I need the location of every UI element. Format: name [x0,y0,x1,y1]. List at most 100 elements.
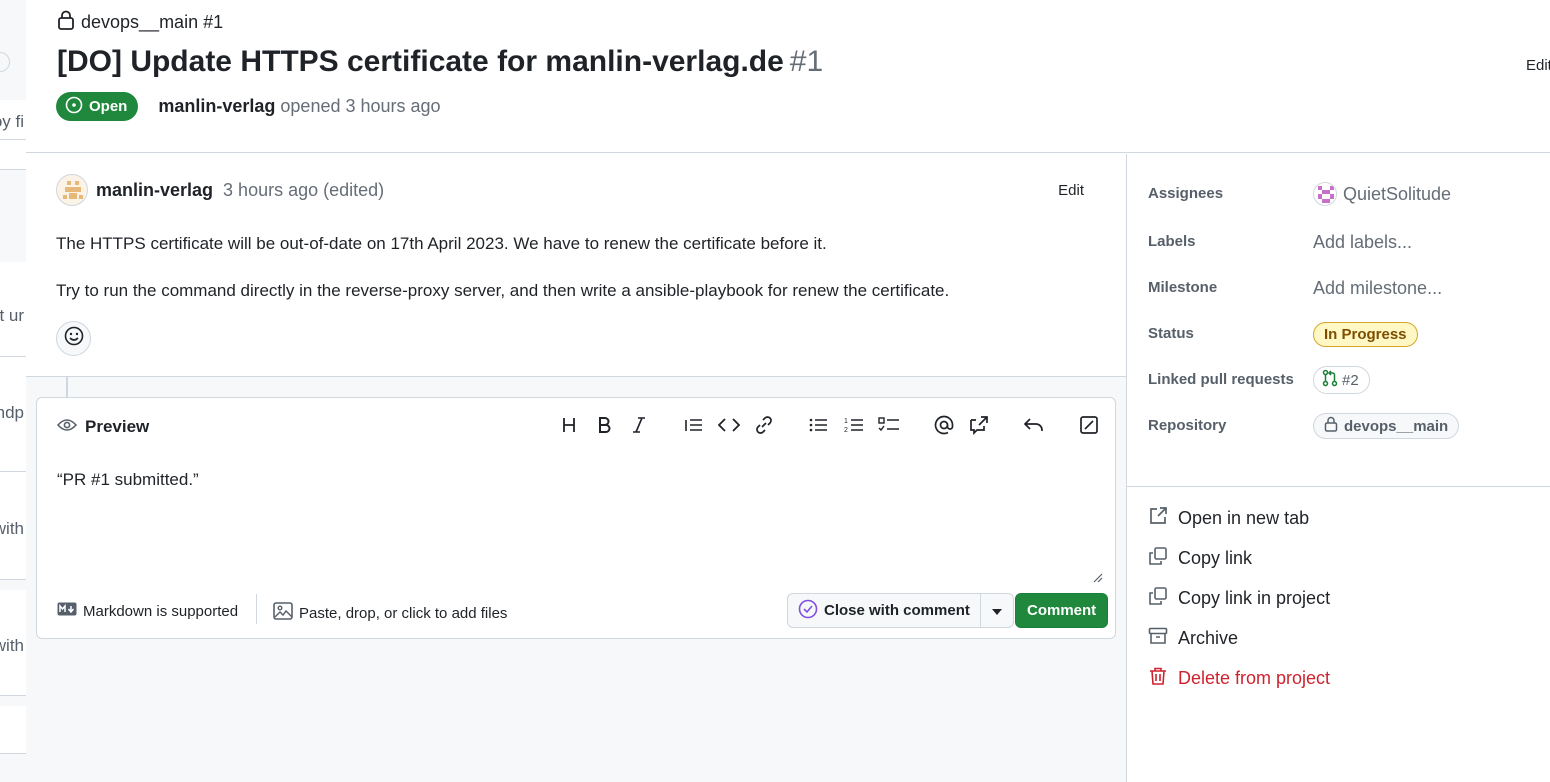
heading-icon[interactable] [557,413,581,437]
copy-link-in-project-item[interactable]: Copy link in project [1148,586,1330,611]
undo-icon[interactable] [1022,413,1046,437]
background-row: t ur [0,262,26,357]
delete-from-project-item[interactable]: Delete from project [1148,666,1330,691]
issue-meta: Open manlin-verlag opened 3 hours ago [56,92,441,121]
comment-body: The HTTPS certificate will be out-of-dat… [56,232,1096,326]
code-icon[interactable] [717,413,741,437]
issue-number: #1 [789,45,824,78]
bulleted-list-icon[interactable] [807,413,831,437]
trash-icon [1148,666,1168,691]
link-external-icon [1148,506,1168,531]
comment-author-link[interactable]: manlin-verlag [96,180,213,201]
repository-field: Repository devops__main [1148,413,1548,439]
add-reaction-button[interactable] [56,321,91,356]
linked-pr-link[interactable]: #2 [1313,366,1370,394]
close-with-comment-group: Close with comment [787,593,1014,628]
background-row: endp [0,357,26,472]
repo-reference[interactable]: devops__main #1 [57,10,223,35]
archive-icon [1148,626,1168,651]
status-value[interactable]: In Progress [1313,321,1418,347]
issue-opened-icon [65,96,83,118]
delete-from-project-label: Delete from project [1178,668,1331,688]
background-row [0,140,26,170]
background-row [0,706,26,754]
image-icon [273,602,293,624]
linked-pull-requests-value: #2 [1313,366,1370,394]
comment-textarea[interactable]: “PR #1 submitted.” [57,470,199,490]
numbered-list-icon[interactable]: 12 [842,413,866,437]
bold-icon[interactable] [592,413,616,437]
assignees-label: Assignees [1148,185,1224,202]
status-badge: In Progress [1313,321,1418,347]
svg-text:2: 2 [844,427,848,434]
fullscreen-icon[interactable] [1077,413,1101,437]
comment-paragraph: Try to run the command directly in the r… [56,281,950,300]
copy-link-in-project-label: Copy link in project [1178,588,1331,608]
preview-tab[interactable]: Preview [56,417,150,437]
avatar[interactable] [56,174,88,206]
attach-files-button[interactable]: Paste, drop, or click to add files [273,602,507,624]
assignee-name: QuietSolitude [1343,183,1452,204]
comment-time[interactable]: 3 hours ago (edited) [223,180,384,201]
mention-icon[interactable] [932,413,956,437]
status-label: Status [1148,325,1194,342]
italic-icon[interactable] [627,413,651,437]
markdown-icon [57,602,77,620]
edit-comment-button[interactable]: Edit [1058,182,1084,199]
issue-sidebar: Assignees QuietSolitude Labels Add label… [1126,154,1550,782]
preview-tab-label: Preview [85,417,150,436]
copy-icon [1148,586,1168,611]
quote-icon[interactable] [682,413,706,437]
cross-reference-icon[interactable] [967,413,991,437]
milestone-value[interactable]: Add milestone... [1313,275,1442,301]
comment-editor: Preview 12 “PR #1 submitted.” Markdown i… [36,397,1116,639]
state-badge: Open [56,92,139,121]
repository-label: Repository [1148,417,1227,434]
background-chip [0,52,10,72]
edit-title-button[interactable]: Edit [1526,57,1550,74]
opened-time: opened 3 hours ago [280,96,441,116]
link-icon[interactable] [752,413,776,437]
opened-info: manlin-verlag opened 3 hours ago [158,96,440,117]
comment-header: manlin-verlag 3 hours ago (edited) [56,174,384,206]
labels-value[interactable]: Add labels... [1313,229,1412,255]
smiley-icon [64,326,84,351]
issue-side-panel: devops__main #1 [DO] Update HTTPS certif… [26,0,1550,782]
repo-reference-label: devops__main #1 [81,12,224,32]
issue-title: [DO] Update HTTPS certificate for manlin… [57,45,823,79]
timeline-connector [66,377,68,397]
markdown-help-link[interactable]: Markdown is supported [57,602,238,620]
close-options-dropdown[interactable] [981,594,1013,627]
archive-item[interactable]: Archive [1148,626,1238,651]
labels-field[interactable]: Labels Add labels... [1148,229,1548,255]
close-with-comment-label: Close with comment [824,602,970,619]
background-row: with [0,472,26,580]
repository-name: devops__main [1344,417,1449,435]
milestone-field[interactable]: Milestone Add milestone... [1148,275,1548,301]
lock-icon [1324,416,1338,436]
attach-files-label: Paste, drop, or click to add files [299,604,508,622]
linked-pull-requests-field: Linked pull requests #2 [1148,366,1548,394]
comment-paragraph: The HTTPS certificate will be out-of-dat… [56,234,827,253]
state-label: Open [89,98,128,115]
repository-link[interactable]: devops__main [1313,413,1460,439]
assignees-field[interactable]: Assignees QuietSolitude [1148,181,1548,207]
resize-handle-icon[interactable] [1093,570,1103,583]
git-pull-request-icon [1322,369,1338,391]
triangle-down-icon [991,602,1002,620]
assignees-value[interactable]: QuietSolitude [1313,181,1451,207]
close-with-comment-button[interactable]: Close with comment [788,594,981,627]
task-list-icon[interactable] [877,413,901,437]
eye-icon [56,417,78,437]
background-table-strip: oy fi t ur endp with with [0,0,26,782]
comment-submit-button[interactable]: Comment [1015,593,1109,628]
repository-value: devops__main [1313,413,1460,439]
lock-icon [57,10,75,35]
issue-author-link[interactable]: manlin-verlag [158,96,275,116]
status-field[interactable]: Status In Progress [1148,321,1548,347]
milestone-label: Milestone [1148,279,1218,296]
markdown-note-label: Markdown is supported [83,602,239,620]
open-in-new-tab-item[interactable]: Open in new tab [1148,506,1309,531]
check-circle-icon [798,599,818,623]
copy-link-item[interactable]: Copy link [1148,546,1252,571]
